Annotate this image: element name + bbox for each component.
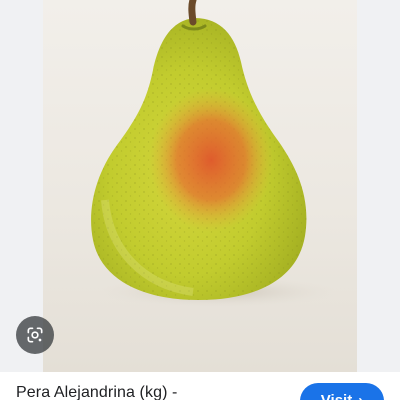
result-title[interactable]: Pera Alejandrina (kg) - [16,383,178,400]
pear-illustration [91,0,338,308]
pear-photo[interactable] [43,0,357,372]
google-lens-button[interactable] [16,316,54,354]
chevron-right-icon: › [358,392,363,400]
visit-button[interactable]: Visit › [300,383,384,400]
visit-button-label: Visit [321,392,352,400]
image-viewer-screen: Pera Alejandrina (kg) - Visit › [0,0,400,400]
image-area [0,0,400,372]
google-lens-icon [27,327,43,343]
